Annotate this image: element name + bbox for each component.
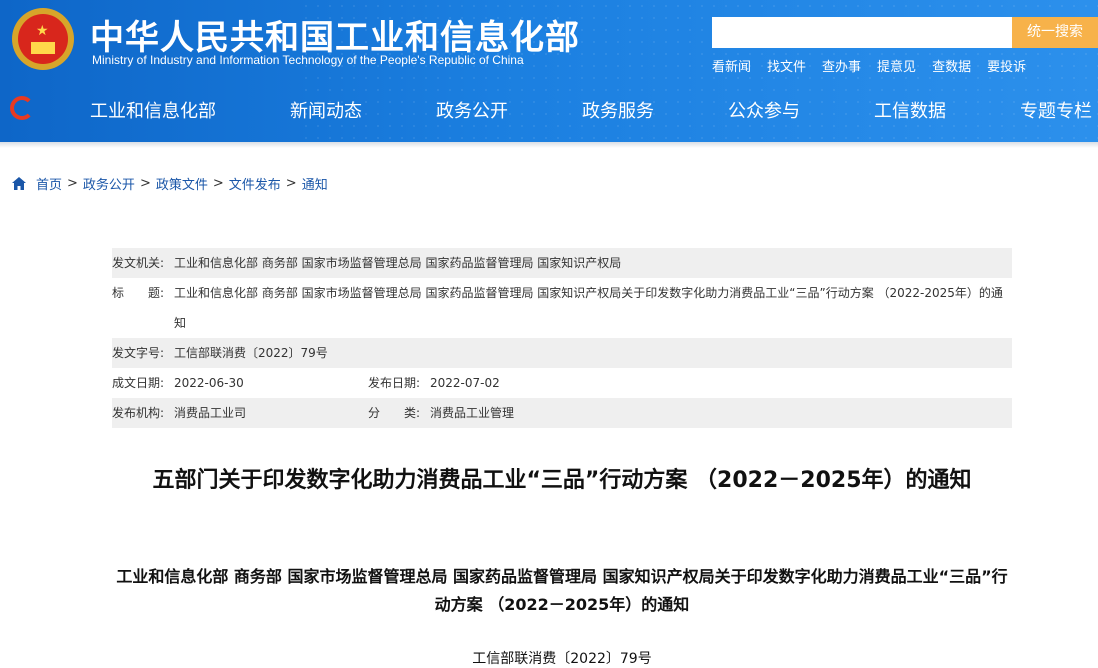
breadcrumb-gov-affairs[interactable]: 政务公开 xyxy=(83,174,135,193)
article-title: 五部门关于印发数字化助力消费品工业“三品”行动方案 （2022－2025年）的通… xyxy=(152,468,972,493)
breadcrumb-separator: > xyxy=(67,176,78,191)
nav-item-news[interactable]: 新闻动态 xyxy=(290,97,362,123)
nav-item-gov-services[interactable]: 政务服务 xyxy=(582,97,654,123)
breadcrumb-separator: > xyxy=(285,176,297,191)
article-doc-number: 工信部联消费〔2022〕79号 xyxy=(472,651,652,667)
breadcrumb-home[interactable]: 首页 xyxy=(36,174,62,193)
document-metadata-table: 发文机关: 工业和信息化部 商务部 国家市场监督管理总局 国家药品监督管理局 国… xyxy=(112,248,1012,428)
created-date-label: 成文日期: xyxy=(112,376,165,390)
org-label: 发布机构: xyxy=(112,406,165,420)
quick-link-files[interactable]: 找文件 xyxy=(767,56,806,75)
breadcrumb-policy-files[interactable]: 政策文件 xyxy=(156,174,208,193)
published-date-label: 发布日期: xyxy=(368,376,421,390)
category-label: 分 类: xyxy=(368,406,421,420)
issuer-value: 工业和信息化部 商务部 国家市场监督管理总局 国家药品监督管理局 国家知识产权局 xyxy=(174,256,622,270)
title-value: 工业和信息化部 商务部 国家市场监督管理总局 国家药品监督管理局 国家知识产权局… xyxy=(174,286,1003,330)
meta-row-issuer: 发文机关: 工业和信息化部 商务部 国家市场监督管理总局 国家药品监督管理局 国… xyxy=(112,248,1012,278)
breadcrumb: 首页 > 政务公开 > 政策文件 > 文件发布 > 通知 xyxy=(12,174,328,193)
title-label: 标 题: xyxy=(112,286,165,300)
breadcrumb-file-release[interactable]: 文件发布 xyxy=(229,174,281,193)
quick-links: 看新闻 找文件 查办事 提意见 查数据 要投诉 xyxy=(712,56,1026,75)
category-value: 消费品工业管理 xyxy=(430,406,515,420)
meta-row-doc-number: 发文字号: 工信部联消费〔2022〕79号 xyxy=(112,338,1012,368)
issuer-label: 发文机关: xyxy=(112,256,165,270)
quick-link-data[interactable]: 查数据 xyxy=(932,56,971,75)
site-title[interactable]: 中华人民共和国工业和信息化部 xyxy=(90,10,580,59)
nav-item-ministry[interactable]: 工业和信息化部 xyxy=(90,97,216,123)
article-subtitle: 工业和信息化部 商务部 国家市场监督管理总局 国家药品监督管理局 国家知识产权局… xyxy=(116,567,1008,614)
created-date-value: 2022-06-30 xyxy=(174,376,244,390)
site-subtitle: Ministry of Industry and Information Tec… xyxy=(92,53,524,67)
miit-logo-icon[interactable] xyxy=(10,96,34,120)
quick-link-services[interactable]: 查办事 xyxy=(822,56,861,75)
meta-row-org: 发布机构: 消费品工业司 分 类: 消费品工业管理 xyxy=(112,398,1012,428)
site-header: ★ 中华人民共和国工业和信息化部 Ministry of Industry an… xyxy=(0,0,1098,142)
doc-number-value: 工信部联消费〔2022〕79号 xyxy=(174,346,328,360)
breadcrumb-separator: > xyxy=(212,176,224,191)
org-value: 消费品工业司 xyxy=(174,406,247,420)
published-date-value: 2022-07-02 xyxy=(430,376,500,390)
meta-row-dates: 成文日期: 2022-06-30 发布日期: 2022-07-02 xyxy=(112,368,1012,398)
nav-item-gov-affairs[interactable]: 政务公开 xyxy=(436,97,508,123)
quick-link-feedback[interactable]: 提意见 xyxy=(877,56,916,75)
home-icon[interactable] xyxy=(12,177,26,190)
meta-row-title: 标 题: 工业和信息化部 商务部 国家市场监督管理总局 国家药品监督管理局 国家… xyxy=(112,278,1012,338)
doc-number-label: 发文字号: xyxy=(112,346,165,360)
quick-link-complaint[interactable]: 要投诉 xyxy=(987,56,1026,75)
unified-search-button[interactable]: 统一搜索 xyxy=(1012,17,1098,48)
quick-link-news[interactable]: 看新闻 xyxy=(712,56,751,75)
breadcrumb-notice[interactable]: 通知 xyxy=(302,174,328,193)
national-emblem-logo[interactable]: ★ xyxy=(12,8,74,70)
nav-item-public-participation[interactable]: 公众参与 xyxy=(728,97,800,123)
search-input[interactable] xyxy=(712,17,1012,48)
nav-item-data[interactable]: 工信数据 xyxy=(874,97,946,123)
breadcrumb-separator: > xyxy=(139,176,151,191)
nav-item-topics[interactable]: 专题专栏 xyxy=(1020,97,1092,123)
main-nav: 工业和信息化部 新闻动态 政务公开 政务服务 公众参与 工信数据 专题专栏 xyxy=(0,84,1098,134)
header-divider xyxy=(0,142,1098,148)
